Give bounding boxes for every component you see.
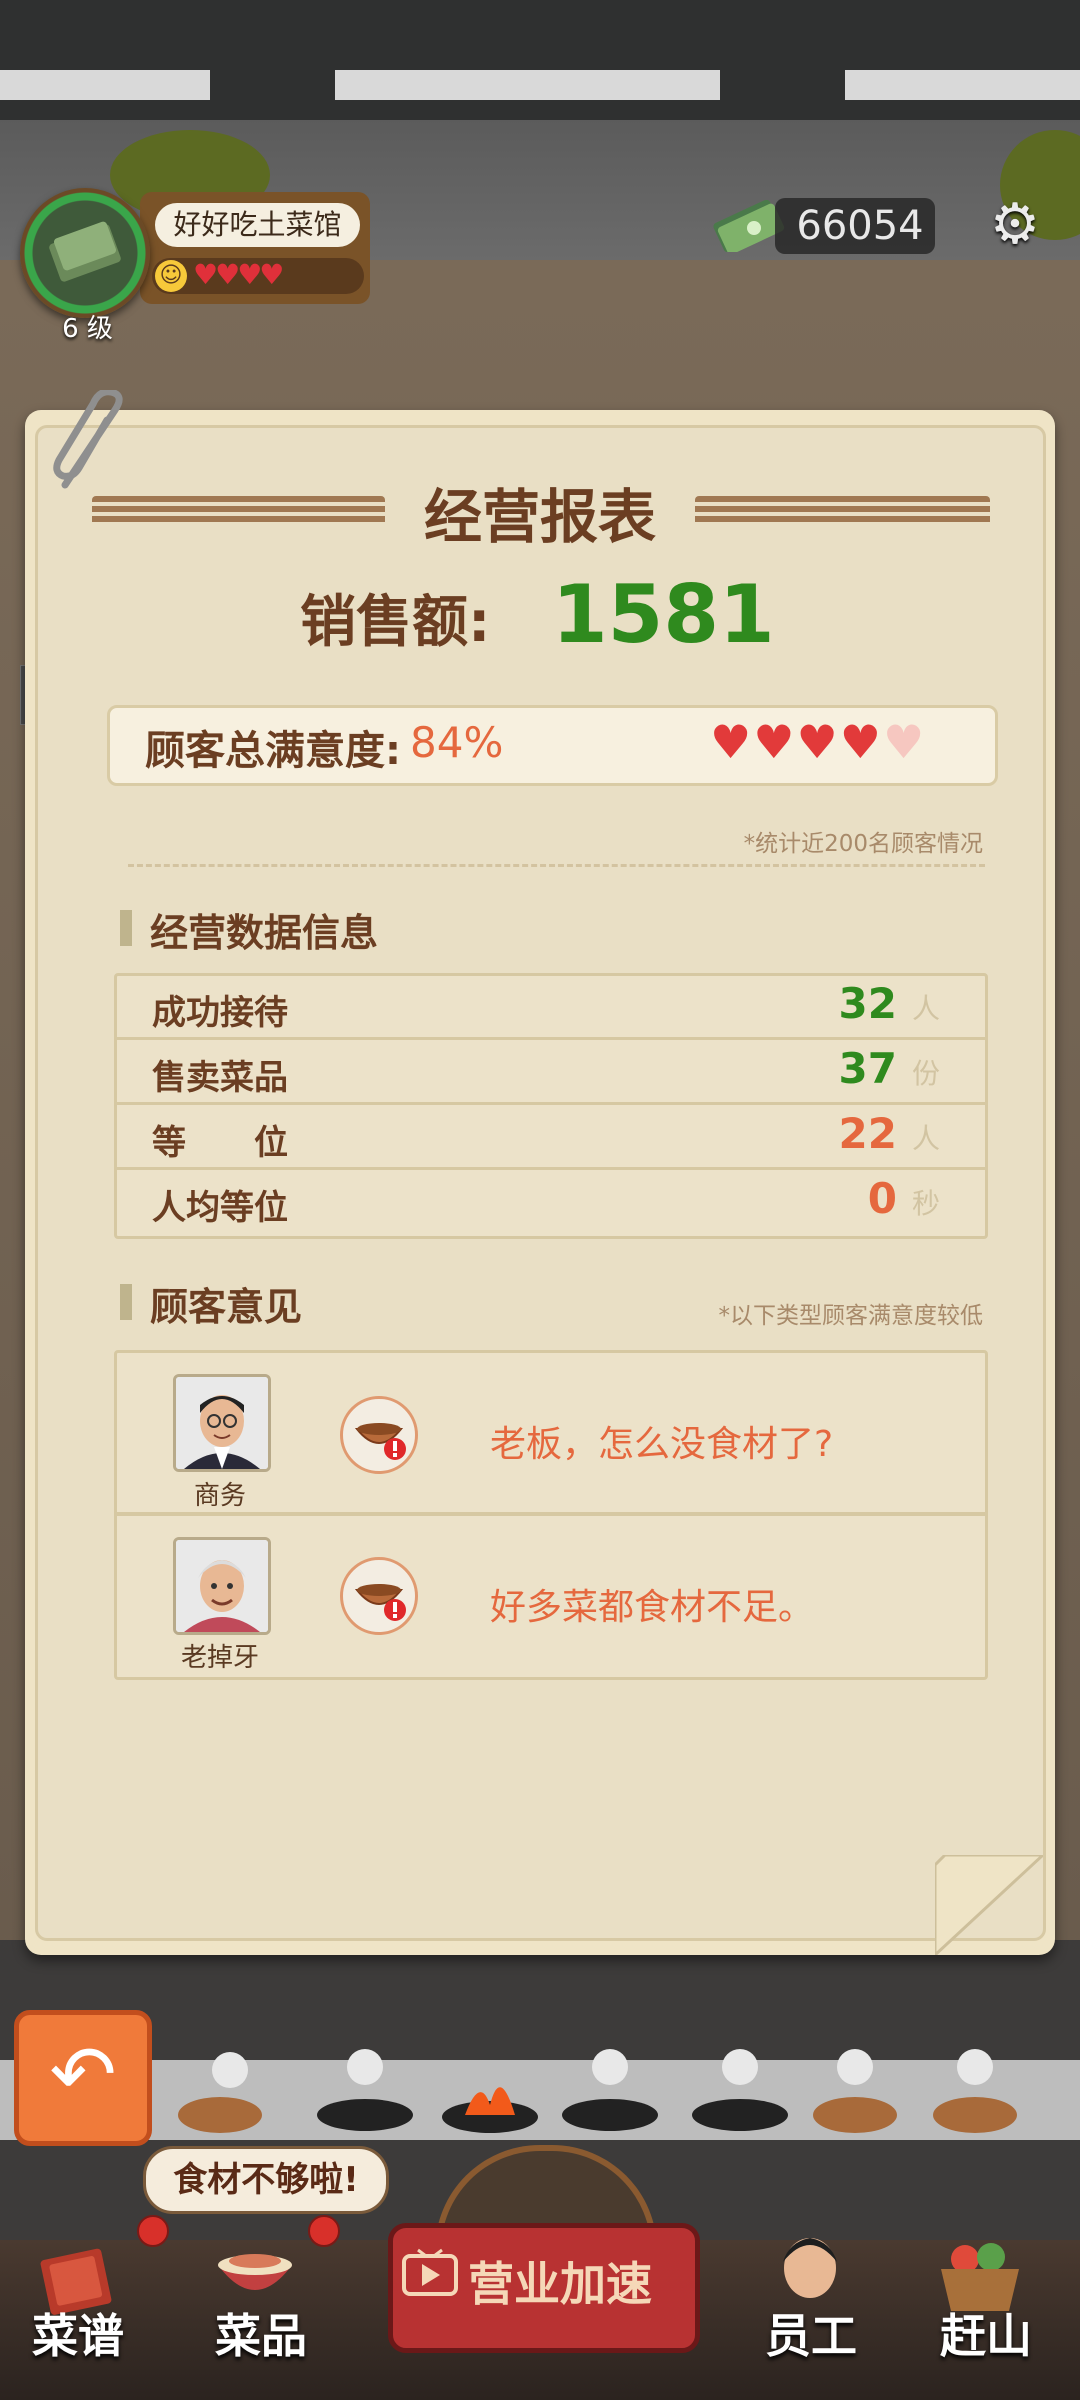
stat-value: 37 (838, 1044, 897, 1093)
missing-ingredient-icon (340, 1396, 418, 1474)
feedback-note: *以下类型顾客满意度较低 (718, 1303, 984, 1329)
stat-unit: 人 (911, 992, 940, 1025)
stat-row: 成功接待 32 人 (117, 975, 985, 1040)
elderly-customer-avatar (173, 1537, 271, 1635)
stat-unit: 份 (911, 1057, 940, 1090)
heart-full-icon: ♥ (753, 715, 797, 769)
page-fold-corner (935, 1855, 1043, 1955)
chopping-board (178, 2052, 262, 2133)
chopping-board (813, 2049, 897, 2133)
stats-section-title: 经营数据信息 (150, 911, 379, 955)
business-customer-avatar (173, 1374, 271, 1472)
gear-icon[interactable]: ⚙ (985, 195, 1045, 255)
heart-full-icon: ♥ (710, 715, 754, 769)
customer-type-label: 老掉牙 (180, 1643, 259, 1673)
heart-full-icon: ♥ (839, 715, 883, 769)
shop-level: 6 级 (62, 314, 113, 344)
nav-dishes[interactable]: 菜品 (215, 2300, 307, 2366)
road-marking (0, 70, 210, 100)
tv-ad-icon (402, 2248, 458, 2296)
stat-row: 人均等位 0 秒 (117, 1170, 985, 1232)
satisfaction-value: 84% (410, 718, 504, 767)
report-title: 经营报表 (423, 483, 656, 551)
stat-label: 等 位 (152, 1123, 288, 1163)
stat-label: 售卖菜品 (152, 1058, 288, 1098)
ingredient-warning-bubble: 食材不够啦! (143, 2146, 389, 2214)
nav-staff[interactable]: 员工 (765, 2300, 857, 2366)
stat-row: 等 位 22 人 (117, 1105, 985, 1170)
shop-name-label: 好好吃土菜馆 (155, 203, 360, 247)
wok-station-fire (442, 2087, 538, 2133)
wok-station (317, 2049, 413, 2131)
customer-type-label: 商务 (193, 1481, 246, 1511)
satisfaction-hearts: ♥♥♥♥♥ (710, 715, 926, 769)
stat-unit: 秒 (911, 1187, 940, 1220)
money-amount: 66054 (796, 203, 924, 249)
back-arrow-icon[interactable]: ↶ (14, 2010, 152, 2146)
heart-full-icon: ♥ (796, 715, 840, 769)
road-marking (845, 70, 1080, 100)
nav-mountain[interactable]: 赶山 (940, 2300, 1032, 2366)
reputation-hearts: ♥♥♥♥ (193, 258, 284, 291)
heart-empty-icon: ♥ (883, 715, 927, 769)
satisfaction-label: 顾客总满意度: (145, 728, 401, 774)
smiley-icon: ☺ (155, 260, 187, 292)
customer-comment: 好多菜都食材不足。 (490, 1587, 815, 1628)
missing-ingredient-icon (340, 1557, 418, 1635)
alert-dot (137, 2215, 169, 2247)
sales-label: 销售额: (300, 590, 491, 655)
stat-value: 32 (838, 979, 897, 1028)
dashed-divider (128, 864, 985, 867)
cash-stack-icon (49, 221, 121, 282)
stat-label: 人均等位 (152, 1188, 288, 1228)
nav-recipes[interactable]: 菜谱 (32, 2300, 124, 2366)
wok-station (692, 2049, 788, 2131)
chopping-board (933, 2049, 1017, 2133)
alert-dot (308, 2215, 340, 2247)
stat-label: 成功接待 (152, 993, 288, 1033)
stat-unit: 人 (911, 1122, 940, 1155)
sales-value: 1581 (552, 568, 775, 661)
wok-station (562, 2049, 658, 2131)
boost-label: 营业加速 (468, 2257, 652, 2311)
feedback-divider (117, 1512, 985, 1516)
stat-value: 22 (838, 1109, 897, 1158)
customer-comment: 老板，怎么没食材了? (490, 1424, 834, 1465)
section-marker (120, 910, 132, 946)
road-marking (335, 70, 720, 100)
stats-note: *统计近200名顾客情况 (743, 831, 983, 857)
stat-value: 0 (867, 1174, 897, 1223)
staff-icon (783, 2238, 837, 2298)
stat-row: 售卖菜品 37 份 (117, 1040, 985, 1105)
